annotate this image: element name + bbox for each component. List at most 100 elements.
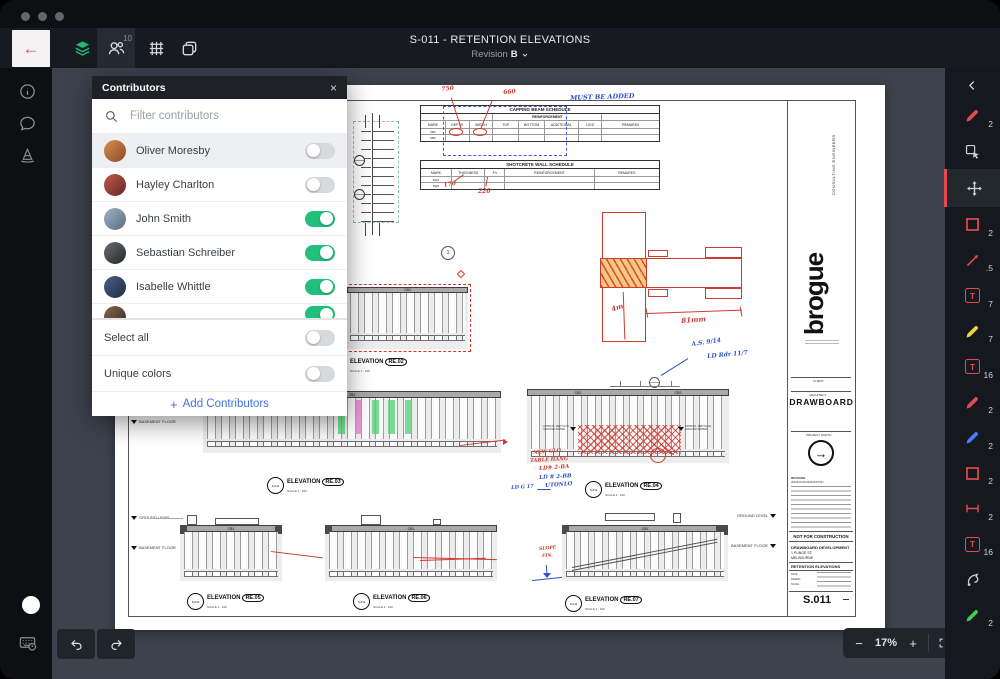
textbox-icon — [965, 359, 980, 374]
undo-icon — [69, 637, 84, 652]
add-contributors-button[interactable]: + Add Contributors — [92, 392, 347, 416]
contributor-row[interactable]: Isabelle Whittle — [92, 270, 347, 304]
window-dot[interactable] — [21, 12, 30, 21]
contributor-toggle[interactable] — [305, 306, 335, 319]
search-icon — [104, 109, 119, 124]
arrow-line-icon — [964, 252, 981, 269]
layers-button[interactable] — [63, 28, 101, 68]
contributor-row[interactable]: Sebastian Schreiber — [92, 236, 347, 270]
tool-rectangle-red[interactable]: 2 — [945, 456, 1000, 492]
window-chrome — [0, 0, 1000, 28]
top-toolbar: ← 10 S-011 - RETENTION ELEVATIONS Revisi… — [0, 28, 1000, 68]
traffic-cone-icon — [18, 146, 37, 165]
tool-pan[interactable] — [944, 169, 1000, 207]
unique-colors-toggle[interactable] — [305, 366, 335, 382]
redo-button[interactable] — [97, 629, 135, 659]
pages-icon — [180, 39, 199, 58]
app-window: ← 10 S-011 - RETENTION ELEVATIONS Revisi… — [0, 0, 1000, 679]
undo-redo-group — [57, 629, 135, 659]
tool-pen-green[interactable]: 2 — [945, 598, 1000, 634]
info-icon — [18, 82, 37, 101]
tool-textbox-red[interactable]: 7 — [945, 278, 1000, 314]
red-dashed-box-annotation — [344, 284, 471, 352]
back-button[interactable]: ← — [12, 30, 50, 67]
select-icon — [964, 143, 981, 160]
revision-table-lines — [791, 486, 851, 528]
detail-marker: 1 — [441, 246, 455, 260]
info-button[interactable] — [16, 80, 38, 102]
contributor-row[interactable]: Hayley Charlton — [92, 168, 347, 202]
window-controls[interactable] — [21, 12, 64, 21]
pink-highlight-annotation — [355, 400, 362, 434]
close-panel-button[interactable] — [330, 81, 337, 95]
contributor-toggle[interactable] — [305, 211, 335, 227]
tool-pen-red[interactable]: 2 — [945, 98, 1000, 134]
window-dot[interactable] — [38, 12, 47, 21]
zoom-out-button[interactable]: − — [847, 628, 871, 658]
chevron-left-icon — [966, 79, 979, 92]
layers-icon — [73, 39, 92, 58]
plus-icon: + — [170, 397, 178, 412]
detail-callout — [354, 189, 365, 200]
tool-pen-red[interactable]: 2 — [945, 385, 1000, 421]
tool-textbox-red[interactable]: 16 — [945, 527, 1000, 563]
collapse-toolbar-button[interactable] — [966, 72, 979, 98]
select-all-toggle[interactable] — [305, 330, 335, 346]
contributor-row[interactable]: Oliver Moresby — [92, 134, 347, 168]
contributor-search — [92, 99, 347, 134]
contributor-toggle[interactable] — [305, 143, 335, 159]
avatar — [104, 208, 126, 230]
lasso-icon — [964, 571, 981, 588]
zoom-control: − 17% + — [843, 628, 960, 658]
active-color-indicator[interactable] — [22, 596, 40, 614]
tool-pen-blue[interactable]: 2 — [945, 420, 1000, 456]
pages-button[interactable] — [170, 28, 208, 68]
window-dot[interactable] — [55, 12, 64, 21]
tool-multi-select[interactable] — [945, 134, 1000, 170]
avatar — [104, 174, 126, 196]
shortcuts-button[interactable] — [16, 631, 38, 653]
tool-lasso[interactable] — [945, 562, 1000, 598]
contributor-toggle[interactable] — [305, 177, 335, 193]
avatar — [104, 140, 126, 162]
chevron-down-icon — [521, 51, 529, 59]
move-icon — [966, 180, 983, 197]
contributor-row-clipped[interactable] — [92, 304, 347, 319]
tool-dimension-red[interactable]: 2 — [945, 491, 1000, 527]
avatar — [104, 276, 126, 298]
markup-toolbar: 2 2 .5 7 7 16 2 2 2 2 16 2 — [945, 68, 1000, 679]
unique-colors-row[interactable]: Unique colors — [92, 356, 347, 392]
dimension-icon — [964, 500, 981, 517]
avatar — [104, 306, 126, 319]
back-arrow-icon: ← — [23, 39, 40, 58]
tool-rectangle-red[interactable]: 2 — [945, 207, 1000, 243]
green-highlight-annotation — [372, 400, 379, 434]
contributors-button[interactable]: 10 — [97, 28, 135, 68]
undo-button[interactable] — [57, 629, 95, 659]
comments-button[interactable] — [16, 112, 38, 134]
red-circle-annotation — [650, 448, 666, 463]
sheet-number: S.011 — [803, 594, 831, 606]
highlighter-icon — [964, 323, 981, 340]
tool-highlighter-yellow[interactable]: 7 — [945, 314, 1000, 350]
tool-arrow-red[interactable]: .5 — [945, 243, 1000, 279]
chat-bubble-icon — [18, 114, 37, 133]
project-north-icon: → — [808, 440, 834, 466]
contributor-toggle[interactable] — [305, 279, 335, 295]
select-all-row[interactable]: Select all — [92, 319, 347, 356]
keyboard-icon — [18, 633, 37, 652]
pen-icon — [964, 394, 981, 411]
textbox-icon — [965, 537, 980, 552]
tool-textbox-red[interactable]: 16 — [945, 349, 1000, 385]
issues-button[interactable] — [16, 144, 38, 166]
contributor-row[interactable]: John Smith — [92, 202, 347, 236]
contributors-panel: Contributors Oliver Moresby Hayley Charl… — [92, 76, 347, 416]
contributor-toggle[interactable] — [305, 245, 335, 261]
grid-icon — [147, 39, 166, 58]
left-sidebar — [0, 68, 52, 679]
contributors-panel-header[interactable]: Contributors — [92, 76, 347, 99]
green-highlight-annotation — [388, 400, 395, 434]
revision-value: B — [511, 49, 518, 60]
zoom-in-button[interactable]: + — [901, 628, 925, 658]
filter-contributors-input[interactable] — [128, 109, 335, 123]
